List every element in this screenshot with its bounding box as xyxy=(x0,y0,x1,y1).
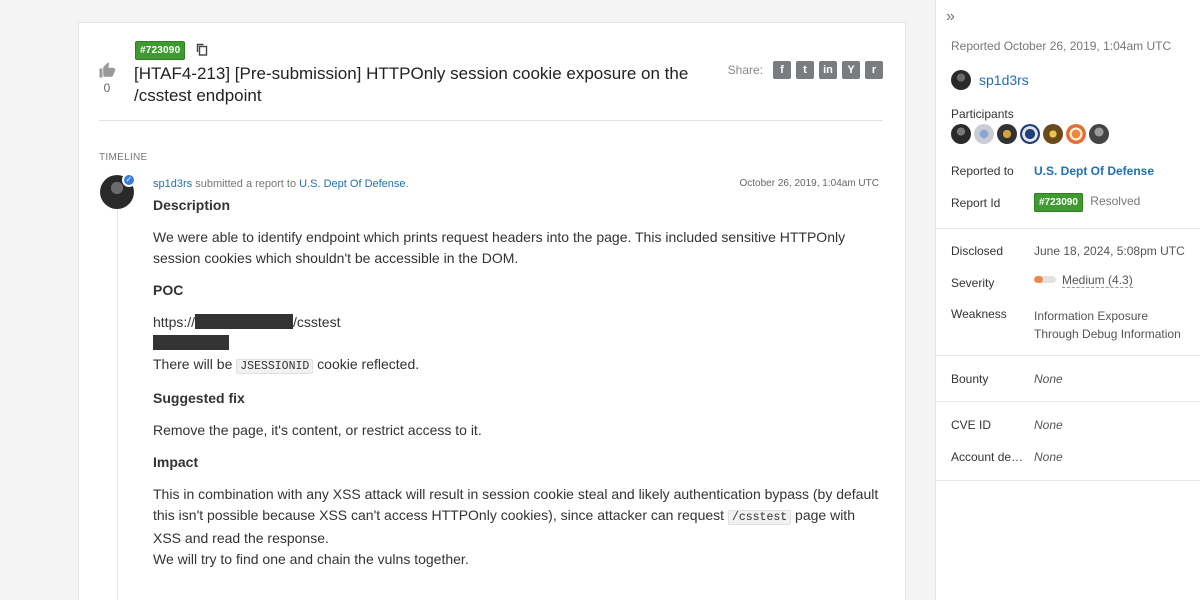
severity-value: Medium (4.3) xyxy=(1034,273,1133,288)
ycombinator-icon[interactable]: Y xyxy=(842,61,860,79)
poc-heading: POC xyxy=(153,282,184,298)
divider xyxy=(936,228,1200,229)
participant-avatar[interactable] xyxy=(1043,124,1063,144)
account-label: Account de… xyxy=(951,450,1024,464)
twitter-icon[interactable]: t xyxy=(796,61,814,79)
jsessionid-code: JSESSIONID xyxy=(236,359,314,374)
poc-line-pre: There will be xyxy=(153,356,233,372)
report-id-value: #723090 Resolved xyxy=(1034,193,1141,212)
weakness-label: Weakness xyxy=(951,307,1007,321)
report-title: [HTAF4-213] [Pre-submission] HTTPOnly se… xyxy=(134,64,689,105)
redacted-block xyxy=(195,314,294,329)
cve-label: CVE ID xyxy=(951,418,992,432)
thumbs-up-icon[interactable] xyxy=(98,61,116,79)
participant-avatar[interactable] xyxy=(974,124,994,144)
poc-url: https:// /csstest xyxy=(153,312,883,333)
disclosed-label: Disclosed xyxy=(951,244,1004,258)
impact-text: This in combination with any XSS attack … xyxy=(153,484,883,549)
reporter-name[interactable]: sp1d3rs xyxy=(979,72,1029,88)
poc-url-suffix: /csstest xyxy=(293,314,341,330)
share-bar: Share: f t in Y r xyxy=(728,61,883,79)
reporter[interactable]: sp1d3rs xyxy=(951,70,1029,90)
bounty-label: Bounty xyxy=(951,372,989,386)
participants-label: Participants xyxy=(951,107,1014,121)
description-text: We were able to identify endpoint which … xyxy=(153,229,846,266)
divider xyxy=(936,401,1200,402)
vote-widget[interactable]: 0 xyxy=(97,61,117,95)
weakness-value: Information Exposure Through Debug Infor… xyxy=(1034,309,1181,341)
participant-avatar[interactable] xyxy=(951,124,971,144)
impact-text-last: We will try to find one and chain the vu… xyxy=(153,551,469,567)
cve-value: None xyxy=(1034,418,1063,432)
report-id-badge-small[interactable]: #723090 xyxy=(1034,193,1083,212)
reddit-icon[interactable]: r xyxy=(865,61,883,79)
severity-text[interactable]: Medium (4.3) xyxy=(1062,273,1133,288)
fix-heading: Suggested fix xyxy=(153,390,245,406)
reported-date: Reported October 26, 2019, 1:04am UTC xyxy=(951,39,1172,53)
reporter-avatar-small[interactable] xyxy=(951,70,971,90)
linkedin-icon[interactable]: in xyxy=(819,61,837,79)
severity-meter xyxy=(1034,276,1056,283)
verified-icon: ✓ xyxy=(122,173,136,187)
report-content: Description We were able to identify end… xyxy=(153,195,883,570)
severity-label: Severity xyxy=(951,276,995,290)
reported-to-link[interactable]: U.S. Dept Of Defense xyxy=(1034,164,1154,178)
copy-icon[interactable] xyxy=(196,43,208,61)
facebook-icon[interactable]: f xyxy=(773,61,791,79)
bounty-value: None xyxy=(1034,372,1063,386)
actor-link[interactable]: sp1d3rs xyxy=(153,178,192,190)
activity-timestamp: October 26, 2019, 1:04am UTC xyxy=(739,178,879,189)
poc-line-post: cookie reflected. xyxy=(317,356,420,372)
divider xyxy=(936,480,1200,481)
participant-avatar[interactable] xyxy=(997,124,1017,144)
disclosed-date: June 18, 2024, 5:08pm UTC xyxy=(1034,244,1185,258)
poc-redacted-line xyxy=(153,333,883,354)
account-value: None xyxy=(1034,450,1063,464)
redacted-block xyxy=(153,335,229,350)
participant-avatar[interactable] xyxy=(1020,124,1040,144)
report-state: Resolved xyxy=(1090,194,1141,208)
description-heading: Description xyxy=(153,197,231,213)
participants-list xyxy=(951,124,1109,144)
poc-reflection-line: There will be JSESSIONID cookie reflecte… xyxy=(153,354,883,377)
report-card: 0 #723090 [HTAF4-213] [Pre-submission] H… xyxy=(78,22,906,600)
csstest-code: /csstest xyxy=(727,510,792,525)
collapse-chevron-icon[interactable]: » xyxy=(946,8,955,26)
divider xyxy=(99,120,883,121)
report-id-badge[interactable]: #723090 xyxy=(135,41,186,60)
participant-avatar[interactable] xyxy=(1066,124,1086,144)
reported-to-label: Reported to xyxy=(951,164,1014,178)
period: . xyxy=(405,178,409,190)
action-text: submitted a report to xyxy=(195,178,297,190)
poc-url-prefix: https:// xyxy=(153,314,196,330)
timeline-line xyxy=(117,208,118,600)
program-link[interactable]: U.S. Dept Of Defense xyxy=(299,178,405,190)
divider xyxy=(936,355,1200,356)
timeline-label: TIMELINE xyxy=(99,152,148,163)
vote-count: 0 xyxy=(103,81,111,95)
fix-text: Remove the page, it's content, or restri… xyxy=(153,422,482,438)
report-sidebar: » Reported October 26, 2019, 1:04am UTC … xyxy=(935,0,1200,600)
report-id-label: Report Id xyxy=(951,196,1001,210)
participant-avatar[interactable] xyxy=(1089,124,1109,144)
share-label: Share: xyxy=(727,63,763,77)
timeline-activity: sp1d3rs submitted a report to U.S. Dept … xyxy=(153,178,409,190)
severity-meter-fill xyxy=(1034,276,1044,283)
impact-heading: Impact xyxy=(153,454,199,470)
